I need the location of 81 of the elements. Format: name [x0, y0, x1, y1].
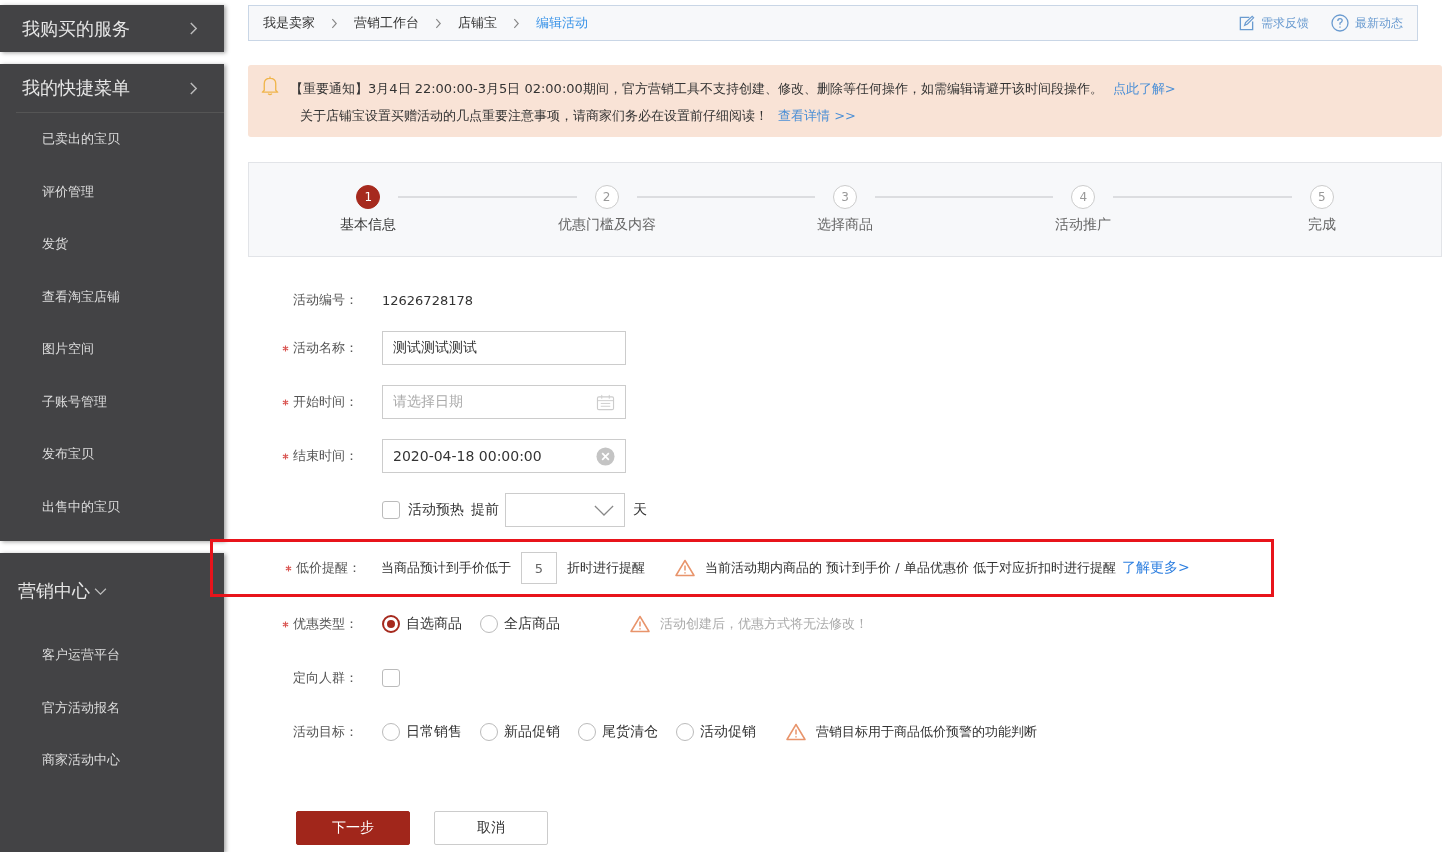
activity-id: 12626728178 — [382, 292, 473, 308]
cancel-button[interactable]: 取消 — [434, 811, 548, 845]
edit-icon — [1238, 14, 1255, 32]
step-label: 选择商品 — [817, 216, 873, 234]
sidebar-item[interactable]: 商家活动中心 — [0, 734, 224, 787]
sidebar-item[interactable]: 已卖出的宝贝 — [16, 113, 224, 166]
chevron-right-icon — [189, 80, 198, 96]
breadcrumb-link[interactable]: 店铺宝 — [458, 14, 497, 32]
chevron-right-icon — [435, 17, 442, 29]
radio-label: 活动促销 — [700, 723, 756, 741]
sidebar-section-title[interactable]: 营销中心 — [18, 579, 90, 603]
sidebar-item[interactable]: 客户运营平台 — [0, 629, 224, 682]
radio-label: 全店商品 — [504, 615, 560, 633]
sidebar-item[interactable]: 发布宝贝 — [16, 428, 224, 481]
radio-button[interactable] — [676, 723, 694, 741]
sidebar-item[interactable]: 图片空间 — [16, 323, 224, 376]
suffix-text: 天 — [633, 501, 647, 519]
breadcrumb-link[interactable]: 我是卖家 — [263, 14, 315, 32]
checkbox-label: 活动预热 — [408, 501, 464, 519]
step-label: 优惠门槛及内容 — [557, 216, 656, 234]
chevron-down-icon — [594, 504, 614, 516]
radio-button[interactable] — [480, 615, 498, 633]
input-field[interactable]: 测试测试测试 — [382, 331, 626, 365]
bell-icon — [260, 75, 280, 96]
help-icon — [1331, 14, 1349, 32]
sidebar-item[interactable]: 发货 — [16, 218, 224, 271]
radio-label: 自选商品 — [406, 615, 462, 633]
step-number: 1 — [356, 185, 381, 209]
clear-icon[interactable] — [596, 446, 615, 466]
chevron-right-icon — [513, 17, 520, 29]
discount-input[interactable]: 5 — [521, 552, 557, 584]
radio-button[interactable] — [480, 723, 498, 741]
field-label: 优惠类型： — [293, 615, 358, 633]
field-label: 活动名称： — [293, 339, 358, 357]
sidebar-item[interactable]: 官方活动报名 — [0, 681, 224, 734]
threshold-text: 折时进行提醒 — [567, 559, 645, 577]
warning-text: 活动创建后，优惠方式将无法修改！ — [660, 615, 868, 633]
notice-text: 【重要通知】3月4日 22:00:00-3月5日 02:00:00期间，官方营销工具不支持创建、修改、删除等任何操作，如需编辑请避开该时间段操作。 点此了解> — [290, 80, 1176, 98]
step-label: 完成 — [1307, 216, 1336, 234]
warning-text: 营销目标用于商品低价预警的功能判断 — [816, 723, 1037, 741]
radio-label: 尾货清仓 — [602, 723, 658, 741]
radio-button[interactable] — [578, 723, 596, 741]
date-field[interactable]: 2020-04-18 00:00:00 — [382, 439, 626, 473]
radio-button[interactable] — [382, 723, 400, 741]
field-label: 活动编号： — [293, 291, 358, 309]
sidebar-item[interactable]: 子账号管理 — [16, 375, 224, 428]
sidebar-section-title[interactable]: 我购买的服务 — [22, 16, 130, 41]
next-button[interactable]: 下一步 — [296, 811, 410, 845]
radio-button[interactable] — [382, 615, 400, 633]
prefix-text: 提前 — [471, 501, 499, 519]
notice-text: 关于店铺宝设置买赠活动的几点重要注意事项，请商家们务必在设置前仔细阅读！ 查看详情 >> — [300, 107, 857, 125]
step-number: 5 — [1309, 185, 1334, 209]
sidebar-item[interactable]: 出售中的宝贝 — [16, 480, 224, 533]
learn-more-link[interactable]: 了解更多> — [1121, 559, 1190, 577]
warning-icon — [675, 559, 695, 577]
sidebar-item[interactable]: 查看淘宝店铺 — [16, 270, 224, 323]
checkbox[interactable] — [382, 669, 400, 687]
dropdown[interactable] — [505, 493, 625, 527]
field-label: 开始时间： — [293, 393, 358, 411]
warning-icon — [630, 615, 650, 633]
radio-label: 新品促销 — [504, 723, 560, 741]
step-label: 基本信息 — [340, 216, 397, 234]
threshold-text: 当商品预计到手价低于 — [381, 559, 511, 577]
step-number: 4 — [1071, 185, 1096, 209]
radio-label: 日常销售 — [406, 723, 462, 741]
field-label: 定向人群： — [293, 669, 358, 687]
checkbox[interactable] — [382, 501, 400, 519]
field-label: 结束时间： — [293, 447, 358, 465]
sidebar-section-title[interactable]: 我的快捷菜单 — [22, 76, 130, 100]
field-label: 低价提醒： — [296, 559, 361, 577]
breadcrumb-link[interactable]: 营销工作台 — [354, 14, 419, 32]
step-number: 2 — [594, 185, 619, 209]
field-label: 活动目标： — [293, 723, 358, 741]
sidebar-item[interactable]: 评价管理 — [16, 165, 224, 218]
step-number: 3 — [833, 185, 857, 209]
step-label: 活动推广 — [1055, 216, 1112, 234]
warning-text: 当前活动期内商品的 预计到手价 / 单品优惠价 低于对应折扣时进行提醒 — [705, 559, 1116, 577]
calendar-icon — [596, 393, 615, 411]
chevron-right-icon — [189, 21, 198, 36]
chevron-right-icon — [331, 17, 338, 29]
warning-icon — [786, 723, 806, 741]
